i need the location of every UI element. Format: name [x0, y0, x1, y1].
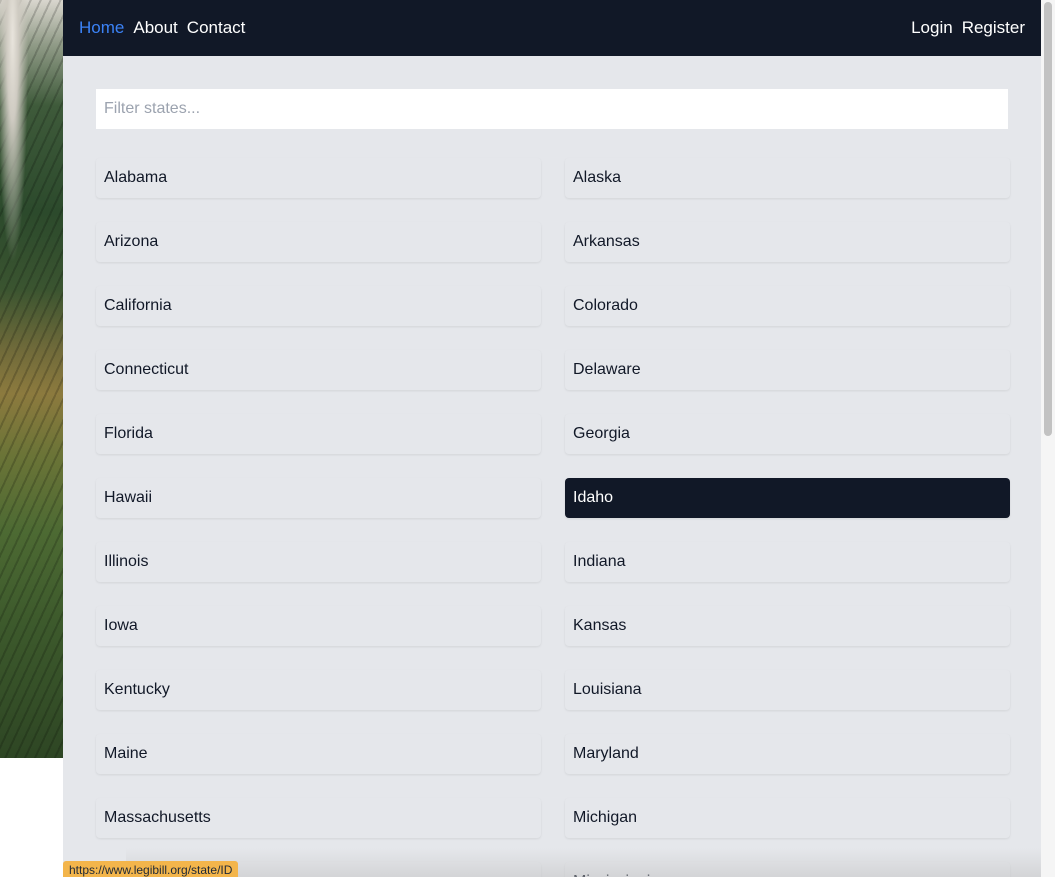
- nav-link-home[interactable]: Home: [79, 17, 124, 39]
- state-item-california[interactable]: California: [96, 286, 541, 326]
- state-item-arizona[interactable]: Arizona: [96, 222, 541, 262]
- state-item-connecticut[interactable]: Connecticut: [96, 350, 541, 390]
- state-item-mississippi[interactable]: Mississippi: [565, 862, 1010, 877]
- state-item-florida[interactable]: Florida: [96, 414, 541, 454]
- state-item-alabama[interactable]: Alabama: [96, 158, 541, 198]
- state-item-indiana[interactable]: Indiana: [565, 542, 1010, 582]
- state-item-maryland[interactable]: Maryland: [565, 734, 1010, 774]
- state-item-georgia[interactable]: Georgia: [565, 414, 1010, 454]
- state-item-louisiana[interactable]: Louisiana: [565, 670, 1010, 710]
- main-content: Home About Contact Login Register Alabam…: [63, 0, 1041, 877]
- state-item-iowa[interactable]: Iowa: [96, 606, 541, 646]
- state-item-colorado[interactable]: Colorado: [565, 286, 1010, 326]
- state-item-arkansas[interactable]: Arkansas: [565, 222, 1010, 262]
- state-item-massachusetts[interactable]: Massachusetts: [96, 798, 541, 838]
- nav-link-register[interactable]: Register: [962, 17, 1025, 39]
- state-item-kentucky[interactable]: Kentucky: [96, 670, 541, 710]
- nav-link-contact[interactable]: Contact: [187, 17, 246, 39]
- state-item-illinois[interactable]: Illinois: [96, 542, 541, 582]
- status-bar-url: https://www.legibill.org/state/ID: [63, 861, 239, 877]
- state-item-maine[interactable]: Maine: [96, 734, 541, 774]
- state-list: Alabama Alaska Arizona Arkansas California Co…: [96, 158, 1010, 877]
- state-item-delaware[interactable]: Delaware: [565, 350, 1010, 390]
- page-scrollbar[interactable]: [1041, 0, 1055, 877]
- state-item-hawaii[interactable]: Hawaii: [96, 478, 541, 518]
- top-navbar: Home About Contact Login Register: [63, 0, 1041, 56]
- scrollbar-thumb[interactable]: [1044, 2, 1052, 436]
- state-item-idaho[interactable]: Idaho: [565, 478, 1010, 518]
- nav-link-login[interactable]: Login: [911, 17, 953, 39]
- nav-left-links: Home About Contact: [79, 17, 254, 39]
- nav-right-links: Login Register: [902, 17, 1025, 39]
- filter-states-input[interactable]: [96, 89, 1008, 129]
- state-item-alaska[interactable]: Alaska: [565, 158, 1010, 198]
- background-landscape-image: [0, 0, 63, 758]
- nav-link-about[interactable]: About: [133, 17, 177, 39]
- state-item-kansas[interactable]: Kansas: [565, 606, 1010, 646]
- state-item-michigan[interactable]: Michigan: [565, 798, 1010, 838]
